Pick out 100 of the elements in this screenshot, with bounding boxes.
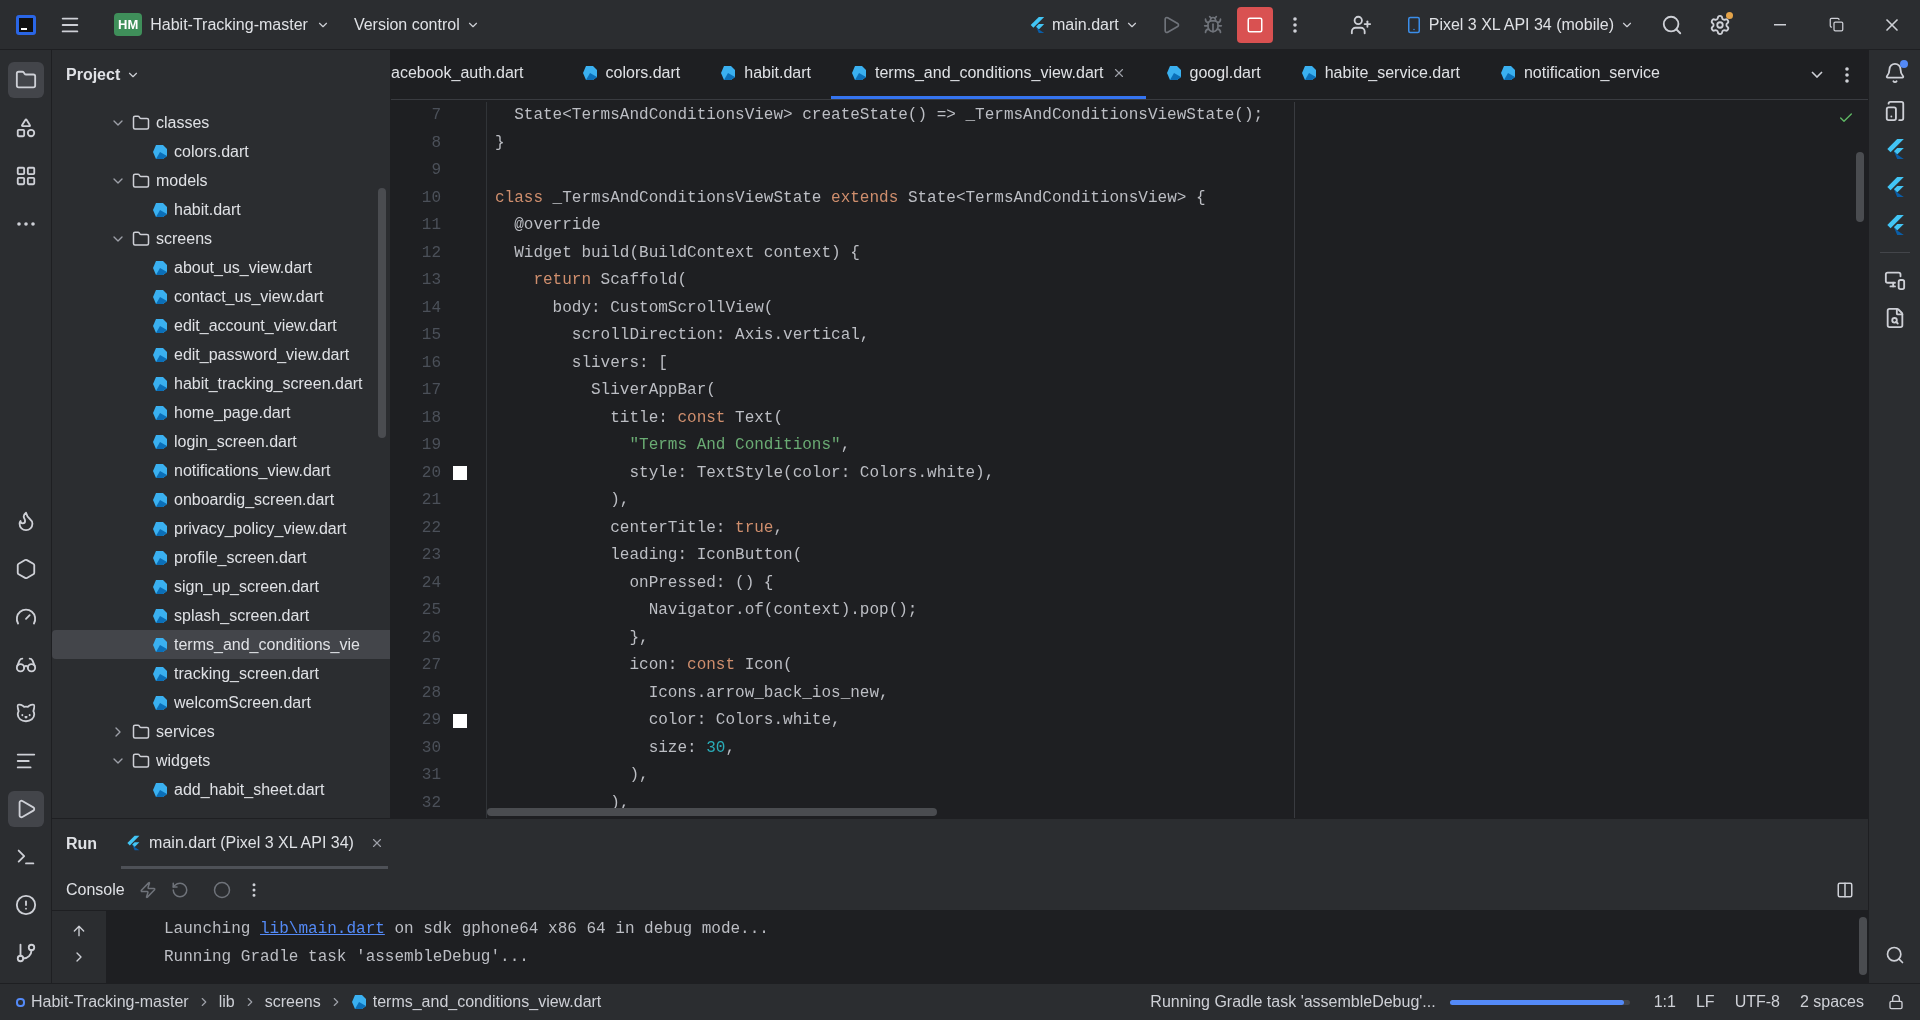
tree-item[interactable]: edit_account_view.dart — [52, 311, 390, 340]
device-manager-icon[interactable] — [1883, 100, 1906, 122]
run-config-selector[interactable]: main.dart — [1022, 6, 1145, 43]
version-control-menu[interactable]: Version control — [347, 6, 486, 43]
tab-label: habite_service.dart — [1324, 63, 1460, 83]
notifications-icon[interactable] — [1883, 62, 1906, 84]
file-name: about_us_view.dart — [174, 257, 312, 278]
tree-item[interactable]: welcomScreen.dart — [52, 688, 390, 717]
file-name: colors.dart — [174, 141, 249, 162]
cursor-position[interactable]: 1:1 — [1653, 990, 1676, 1014]
editor-tab[interactable]: habit.dart — [700, 50, 831, 99]
file-name: welcomScreen.dart — [174, 692, 311, 713]
editor-tab[interactable]: googl.dart — [1145, 50, 1281, 99]
button-label: Version control — [353, 14, 460, 35]
editor-tab[interactable]: terms_and_conditions_view.dart — [830, 50, 1146, 99]
folder-tool-button[interactable] — [7, 62, 44, 98]
editor-tab[interactable]: notification_service — [1479, 50, 1680, 99]
encoding[interactable]: UTF-8 — [1734, 990, 1780, 1014]
scrollbar[interactable] — [1856, 152, 1864, 222]
project-selector[interactable]: HM Habit-Tracking-master — [108, 6, 336, 43]
flutter-icon[interactable] — [1028, 15, 1046, 34]
color-swatch[interactable] — [453, 713, 467, 728]
tree-item[interactable]: screens — [52, 224, 390, 253]
code-line: }, — [628, 627, 650, 649]
tree-item[interactable]: login_screen.dart — [52, 427, 390, 456]
tree-item[interactable]: contact_us_view.dart — [52, 282, 390, 311]
tree-item[interactable]: services — [52, 717, 390, 746]
tree-item[interactable]: widgets — [52, 746, 390, 775]
tree-item[interactable]: habit_tracking_screen.dart — [52, 369, 390, 398]
code-line: State<TermsAndConditionsView> createState() => _TermsAndConditionsViewState(); — [513, 105, 1265, 126]
tree-item[interactable]: profile_screen.dart — [52, 543, 390, 572]
lock-icon[interactable] — [1888, 994, 1904, 1010]
tree-item[interactable]: home_page.dart — [52, 398, 390, 427]
tree-item[interactable]: onboardig_screen.dart — [52, 485, 390, 514]
console-tab[interactable]: Console — [66, 877, 125, 902]
file-name: habit.dart — [174, 199, 241, 220]
tree-item[interactable]: edit_password_view.dart — [52, 340, 390, 369]
lightning-icon[interactable] — [138, 880, 157, 899]
folder-name: services — [156, 721, 215, 742]
panel-title[interactable]: Project — [66, 63, 121, 87]
folder-icon — [132, 722, 150, 741]
flutter-icon[interactable] — [125, 834, 142, 851]
tree-item[interactable]: sign_up_screen.dart — [52, 572, 390, 601]
code-line: color: Colors.white, — [647, 710, 842, 731]
restart-icon[interactable] — [170, 880, 189, 899]
cat-icon — [14, 702, 37, 724]
console-text: on sdk gphone64 x86 64 in debug mode... — [393, 919, 769, 940]
search-icon[interactable] — [1884, 945, 1905, 965]
editor-tab[interactable]: colors.dart — [561, 50, 701, 99]
editor-tab[interactable]: acebook_auth.dart — [391, 50, 562, 99]
tree-item[interactable]: tracking_screen.dart — [52, 659, 390, 688]
tab-label: colors.dart — [605, 63, 681, 83]
settings-icon — [1709, 13, 1731, 36]
tree-item[interactable]: notifications_view.dart — [52, 456, 390, 485]
app-logo-icon[interactable] — [16, 14, 36, 35]
scrollbar[interactable] — [378, 188, 386, 438]
tree-item[interactable]: privacy_policy_view.dart — [52, 514, 390, 543]
dart-file-icon — [152, 317, 168, 334]
tree-item[interactable]: classes — [52, 108, 390, 137]
tree-item[interactable]: models — [52, 166, 390, 195]
bug-icon — [1202, 14, 1223, 35]
breadcrumb[interactable]: screens — [264, 990, 321, 1014]
dart-file-icon — [152, 288, 168, 305]
code-line: class _TermsAndConditionsViewState extends State<TermsAndConditionsView> { — [495, 187, 1207, 209]
breadcrumb[interactable]: Habit-Tracking-master — [31, 990, 189, 1014]
tab-label: habit.dart — [744, 63, 811, 83]
file-name: home_page.dart — [174, 402, 291, 423]
dart-file-icon — [152, 694, 168, 711]
dart-file-icon — [152, 491, 168, 508]
stop-button[interactable] — [1236, 6, 1273, 43]
tree-item[interactable]: habit.dart — [52, 195, 390, 224]
running-devices-icon[interactable] — [1883, 269, 1906, 291]
breadcrumb[interactable]: terms_and_conditions_view.dart — [372, 990, 602, 1014]
tree-item[interactable]: terms_and_conditions_vie — [52, 630, 390, 659]
dart-file-icon — [152, 636, 168, 653]
line-separator[interactable]: LF — [1695, 990, 1715, 1014]
breadcrumb[interactable]: lib — [218, 990, 235, 1014]
dart-file-icon — [152, 781, 168, 798]
dart-file-icon — [152, 259, 168, 276]
editor-tab[interactable]: habite_service.dart — [1280, 50, 1480, 99]
file-link[interactable]: lib\main.dart — [260, 916, 385, 944]
tree-item[interactable]: colors.dart — [52, 137, 390, 166]
folder-name: widgets — [156, 750, 211, 771]
scrollbar[interactable] — [487, 808, 937, 816]
color-swatch[interactable] — [453, 466, 467, 481]
tree-item[interactable]: add_habit_sheet.dart — [52, 775, 390, 804]
code-line: ), — [628, 765, 650, 786]
run-tool-button[interactable] — [7, 791, 44, 827]
device-selector[interactable]: Pixel 3 XL API 34 (mobile) — [1398, 6, 1640, 43]
tree-item[interactable]: about_us_view.dart — [52, 253, 390, 282]
indent-setting[interactable]: 2 spaces — [1799, 990, 1864, 1014]
stop-circle-icon[interactable] — [212, 880, 231, 899]
scrollbar[interactable] — [1859, 917, 1867, 975]
layout-icon[interactable] — [1836, 880, 1854, 899]
run-tab[interactable]: main.dart (Pixel 3 XL API 34) — [121, 819, 388, 869]
folder-name: classes — [156, 112, 210, 133]
tree-item[interactable]: splash_screen.dart — [52, 601, 390, 630]
task-status[interactable]: Running Gradle task 'assembleDebug'... — [1150, 990, 1436, 1014]
tab-label: main.dart (Pixel 3 XL API 34) — [149, 832, 354, 853]
dart-file-icon — [350, 994, 367, 1010]
